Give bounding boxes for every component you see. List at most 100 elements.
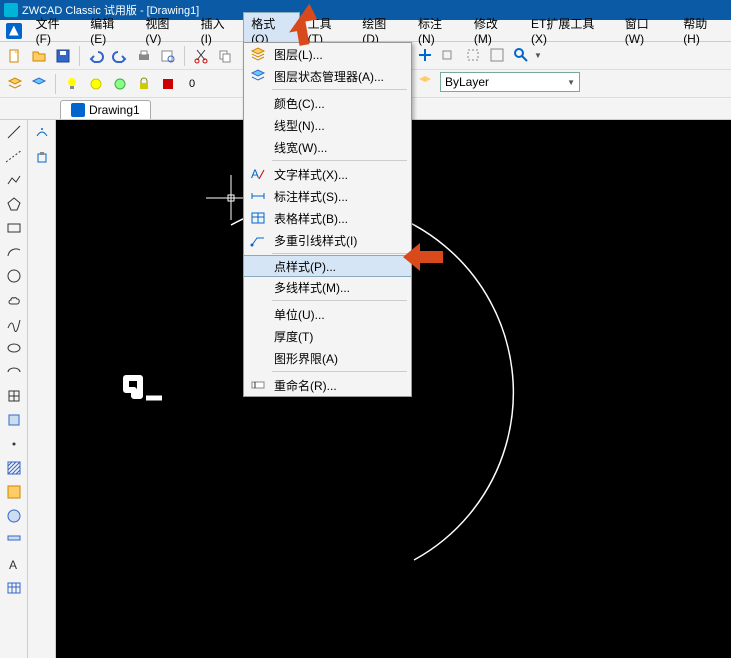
preview-button[interactable] (157, 45, 179, 67)
new-button[interactable] (4, 45, 26, 67)
menu-item-label: 颜色(C)... (274, 95, 325, 112)
layer-state-icon (248, 66, 268, 86)
polygon-tool[interactable] (3, 194, 25, 214)
chevron-down-icon: ▼ (534, 51, 542, 60)
redo-button[interactable] (109, 45, 131, 67)
menu-bar: 文件(F) 编辑(E) 视图(V) 插入(I) 格式(O) 工具(T) 绘图(D… (0, 20, 731, 42)
zoom-button[interactable] (510, 44, 532, 66)
menu-item-tablestyle[interactable]: 表格样式(B)... (244, 207, 411, 229)
menu-item-color[interactable]: 颜色(C)... (244, 92, 411, 114)
menu-item-label: 标注样式(S)... (274, 188, 348, 205)
menu-item-units[interactable]: 单位(U)... (244, 303, 411, 325)
menu-item-mleaderstyle[interactable]: 多重引线样式(I) (244, 229, 411, 251)
rectangle-tool[interactable] (3, 218, 25, 238)
separator (55, 74, 56, 94)
menu-item-limits[interactable]: 图形界限(A) (244, 347, 411, 369)
annotation-arrow-top (278, 0, 328, 53)
arc-tool[interactable] (3, 242, 25, 262)
save-button[interactable] (52, 45, 74, 67)
drawing-icon (71, 103, 85, 117)
menu-item-layerstate[interactable]: 图层状态管理器(A)... (244, 65, 411, 87)
tool-a[interactable] (31, 122, 53, 142)
block-tool[interactable] (3, 410, 25, 430)
mleader-icon (248, 230, 268, 250)
menu-item-label: 点样式(P)... (274, 258, 336, 275)
menu-item-rename[interactable]: 重命名(R)... (244, 374, 411, 396)
linetype-combo-value: ByLayer (445, 75, 489, 89)
undo-button[interactable] (85, 45, 107, 67)
pline-tool[interactable] (3, 170, 25, 190)
line-tool[interactable] (3, 122, 25, 142)
zoom-window-button[interactable] (462, 44, 484, 66)
menu-item-label: 线型(N)... (274, 117, 325, 134)
menu-item-mlinestyle[interactable]: 多线样式(M)... (244, 276, 411, 298)
tab-drawing1[interactable]: Drawing1 (60, 100, 151, 119)
ellipse-tool[interactable] (3, 338, 25, 358)
revcloud-tool[interactable] (3, 290, 25, 310)
menu-item-label: 重命名(R)... (274, 377, 337, 394)
layer-states-button[interactable] (28, 73, 50, 95)
open-button[interactable] (28, 45, 50, 67)
ellipse-arc-tool[interactable] (3, 362, 25, 382)
menu-separator (272, 160, 407, 161)
tab-label: Drawing1 (89, 103, 140, 117)
menu-help[interactable]: 帮助(H) (675, 12, 731, 49)
annotation-arrow-side (398, 232, 448, 285)
menu-separator (272, 371, 407, 372)
menu-item-label: 厚度(T) (274, 328, 313, 345)
circle-tool[interactable] (3, 266, 25, 286)
menu-file[interactable]: 文件(F) (28, 12, 83, 49)
zoom-prev-button[interactable] (438, 44, 460, 66)
layer-props-button[interactable] (4, 73, 26, 95)
chevron-down-icon: ▼ (567, 78, 575, 87)
region-tool[interactable] (3, 506, 25, 526)
xline-tool[interactable] (3, 146, 25, 166)
pan-button[interactable] (414, 44, 436, 66)
app-logo-icon (4, 3, 18, 17)
color-icon[interactable] (157, 73, 179, 95)
layer-zero-label: 0 (189, 78, 195, 90)
gradient-tool[interactable] (3, 482, 25, 502)
table2-tool[interactable] (3, 578, 25, 598)
cut-button[interactable] (190, 45, 212, 67)
text-style-icon: A (248, 164, 268, 184)
spline-tool[interactable] (3, 314, 25, 334)
freeze2-icon[interactable] (109, 73, 131, 95)
zoom-ext-button[interactable] (486, 44, 508, 66)
layer-match-button[interactable] (414, 71, 436, 93)
rename-icon (248, 375, 268, 395)
hatch-tool[interactable] (3, 458, 25, 478)
menu-item-label: 图形界限(A) (274, 350, 338, 367)
menu-edit[interactable]: 编辑(E) (82, 12, 137, 49)
menu-item-linetype[interactable]: 线型(N)... (244, 114, 411, 136)
menu-item-label: 多重引线样式(I) (274, 232, 357, 249)
menu-item-label: 单位(U)... (274, 306, 325, 323)
separator (79, 46, 80, 66)
menu-separator (272, 300, 407, 301)
table-style-icon (248, 208, 268, 228)
menu-item-dimstyle[interactable]: 标注样式(S)... (244, 185, 411, 207)
table-tool[interactable] (3, 530, 25, 550)
menu-item-lineweight[interactable]: 线宽(W)... (244, 136, 411, 158)
menu-item-thickness[interactable]: 厚度(T) (244, 325, 411, 347)
copy-button[interactable] (214, 45, 236, 67)
menu-item-label: 图层状态管理器(A)... (274, 68, 384, 85)
menu-insert[interactable]: 插入(I) (193, 12, 244, 49)
print-button[interactable] (133, 45, 155, 67)
lock-icon[interactable] (133, 73, 155, 95)
text-tool[interactable]: A (3, 554, 25, 574)
freeze-icon[interactable] (85, 73, 107, 95)
point-tool[interactable] (3, 434, 25, 454)
layers-icon (248, 44, 268, 64)
tool-b[interactable] (31, 148, 53, 168)
linetype-combo[interactable]: ByLayer ▼ (440, 72, 580, 92)
menu-view[interactable]: 视图(V) (137, 12, 192, 49)
menu-item-label: 线宽(W)... (274, 139, 327, 156)
menu-item-textstyle[interactable]: A 文字样式(X)... (244, 163, 411, 185)
menu-separator (272, 89, 407, 90)
app-icon (6, 23, 22, 39)
insert-tool[interactable] (3, 386, 25, 406)
light-on-icon[interactable] (61, 73, 83, 95)
menu-item-pointstyle[interactable]: 点样式(P)... (243, 255, 412, 277)
menu-window[interactable]: 窗口(W) (617, 12, 675, 49)
